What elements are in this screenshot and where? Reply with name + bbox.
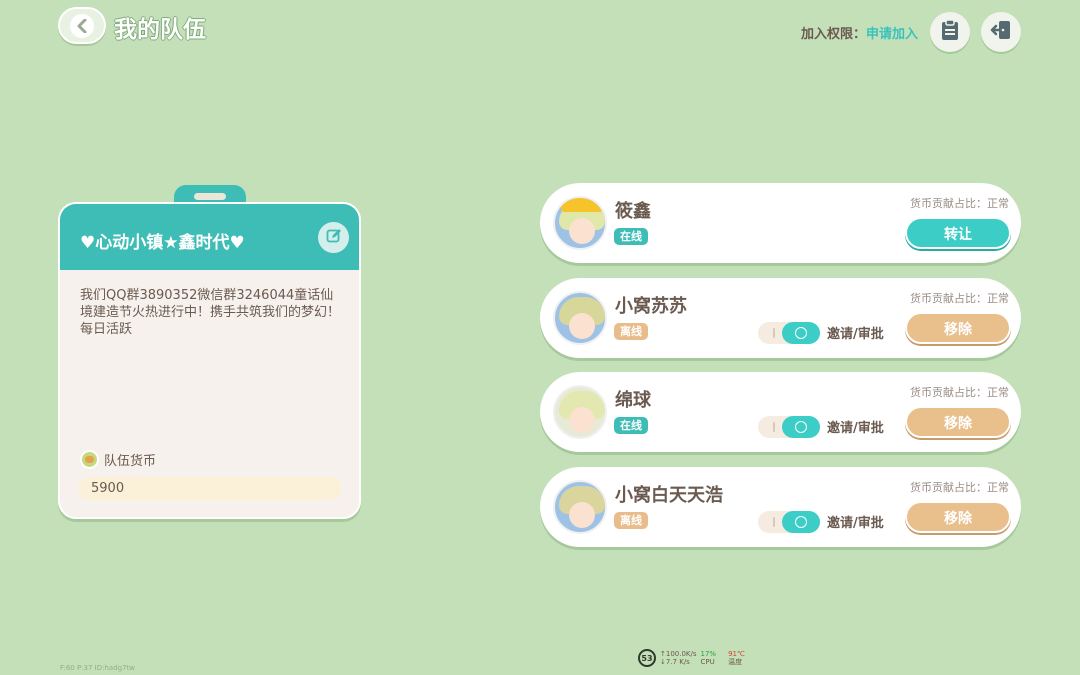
member-name: 小窝白天天浩 (615, 485, 723, 506)
join-permission-label: 加入权限： (800, 27, 866, 42)
performance-hud: 53 ↑100.0K/s ↓7.7 K/s 17% CPU 91℃ 温度 (638, 649, 745, 667)
cpu-stats: 17% CPU (701, 650, 717, 666)
member-card: 小窝苏苏 离线 邀请/审批 货币贡献占比：正常 移除 (540, 278, 1021, 358)
network-stats: ↑100.0K/s ↓7.7 K/s (660, 650, 697, 666)
member-card: 筱鑫 在线 货币贡献占比：正常 转让 (540, 183, 1021, 263)
status-badge: 离线 (614, 512, 648, 529)
net-unit: K/s (679, 658, 690, 666)
invite-approve-toggle[interactable] (758, 511, 820, 533)
team-currency-label-text: 队伍货币 (104, 454, 157, 469)
fps-counter: 53 (638, 649, 656, 667)
status-badge: 在线 (614, 228, 648, 245)
member-card: 小窝白天天浩 离线 邀请/审批 货币贡献占比：正常 移除 (540, 467, 1021, 547)
member-name: 绵球 (615, 390, 651, 411)
remove-button[interactable]: 移除 (905, 501, 1011, 533)
net-down: ↓7.7 (660, 658, 677, 666)
status-badge: 离线 (614, 323, 648, 340)
team-card-header: ♥心动小镇★鑫时代♥ (60, 204, 359, 270)
invite-approve-toggle[interactable] (758, 322, 820, 344)
back-button[interactable] (58, 7, 106, 44)
contribution-text: 货币贡献占比：正常 (910, 386, 1009, 399)
transfer-button[interactable]: 转让 (905, 217, 1011, 249)
invite-approve-label: 邀请/审批 (827, 327, 884, 342)
remove-button[interactable]: 移除 (905, 312, 1011, 344)
edit-team-button[interactable] (318, 222, 349, 253)
net-up: ↑100.0K/s (660, 650, 697, 658)
member-name: 小窝苏苏 (615, 296, 687, 317)
debug-info: F:60 P:37 ID:hadg7tw (60, 664, 136, 672)
member-avatar[interactable] (553, 291, 607, 345)
tab-slot (194, 192, 226, 200)
temp-stats: 91℃ 温度 (728, 650, 745, 666)
exit-icon (990, 19, 1012, 45)
team-description: 我们QQ群3890352微信群3246044童话仙境建造节火热进行中！携手共筑我… (80, 288, 341, 337)
member-avatar[interactable] (553, 385, 607, 439)
invite-approve-toggle[interactable] (758, 416, 820, 438)
clipboard-icon (940, 19, 960, 45)
cpu-value: 17% (700, 650, 717, 658)
member-name: 筱鑫 (615, 201, 651, 222)
team-card: ♥心动小镇★鑫时代♥ 我们QQ群3890352微信群3246044童话仙境建造节… (58, 202, 361, 519)
member-avatar[interactable] (553, 480, 607, 534)
clipboard-button[interactable] (930, 12, 970, 52)
invite-approve-label: 邀请/审批 (827, 516, 884, 531)
member-card: 绵球 在线 邀请/审批 货币贡献占比：正常 移除 (540, 372, 1021, 452)
exit-team-button[interactable] (981, 12, 1021, 52)
edit-icon (326, 228, 342, 248)
cpu-label: CPU (700, 658, 715, 666)
status-badge: 在线 (614, 417, 648, 434)
remove-button[interactable]: 移除 (905, 406, 1011, 438)
team-name: ♥心动小镇★鑫时代♥ (80, 233, 245, 253)
contribution-text: 货币贡献占比：正常 (910, 292, 1009, 305)
temp-label: 温度 (728, 658, 743, 666)
contribution-text: 货币贡献占比：正常 (910, 481, 1009, 494)
invite-approve-label: 邀请/审批 (827, 421, 884, 436)
page-title: 我的队伍 (114, 17, 206, 43)
team-currency-label: 队伍货币 (80, 450, 156, 469)
temp-value: 91℃ (728, 650, 745, 658)
member-avatar[interactable] (553, 196, 607, 250)
back-icon (70, 13, 94, 38)
join-permission-value[interactable]: 申请加入 (866, 27, 918, 42)
join-permission[interactable]: 加入权限：申请加入 (801, 23, 918, 42)
coin-icon (80, 450, 99, 469)
contribution-text: 货币贡献占比：正常 (910, 197, 1009, 210)
team-currency-value: 5900 (78, 477, 342, 500)
